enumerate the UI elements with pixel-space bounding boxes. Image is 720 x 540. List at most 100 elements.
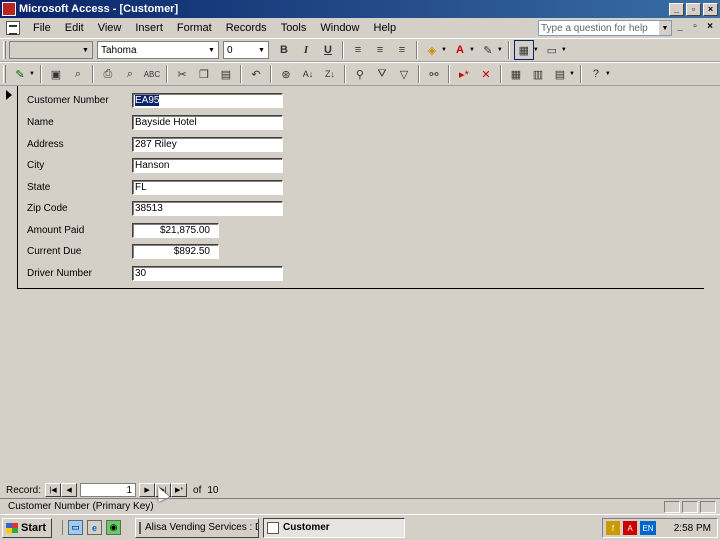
maximize-button[interactable]: ▫ [686, 2, 701, 16]
chevron-down-icon[interactable]: ▼ [469, 47, 475, 53]
media-player-icon[interactable]: ◉ [106, 520, 121, 535]
menu-format[interactable]: Format [170, 22, 219, 34]
apply-filter-icon[interactable]: ▽ [394, 64, 414, 84]
special-effect-icon[interactable]: ▭ [542, 40, 562, 60]
customer-number-field[interactable]: EA95 [132, 93, 283, 108]
flash-icon[interactable]: f [606, 521, 620, 535]
record-number-input[interactable]: 1 [80, 483, 137, 497]
record-selector[interactable] [2, 86, 18, 289]
chevron-down-icon[interactable]: ▼ [206, 43, 217, 57]
sort-descending-icon[interactable]: Z↓ [320, 64, 340, 84]
align-right-icon[interactable]: ≡ [392, 40, 412, 60]
find-icon[interactable]: ⚯ [424, 64, 444, 84]
clock[interactable]: 2:58 PM [674, 523, 711, 534]
separator [239, 65, 242, 83]
copy-icon[interactable]: ❐ [194, 64, 214, 84]
language-indicator[interactable]: EN [640, 521, 656, 535]
database-window-icon[interactable]: ▥ [528, 64, 548, 84]
toolbar-grip[interactable] [3, 65, 6, 83]
filter-by-form-icon[interactable]: ⛛ [372, 64, 392, 84]
align-center-icon[interactable]: ≡ [370, 40, 390, 60]
search-file-icon[interactable]: ⌕ [68, 64, 88, 84]
chevron-down-icon[interactable]: ▼ [533, 47, 539, 53]
close-button[interactable]: × [703, 2, 718, 16]
paste-icon[interactable]: ▤ [216, 64, 236, 84]
font-color-icon[interactable]: A [450, 40, 470, 60]
hyperlink-icon[interactable]: ⊛ [276, 64, 296, 84]
internet-explorer-icon[interactable]: e [87, 520, 102, 535]
menu-view[interactable]: View [91, 22, 129, 34]
new-record-nav-button[interactable]: ▶* [171, 483, 188, 497]
address-field[interactable]: 287 Riley [132, 137, 283, 152]
doc-minimize-button[interactable]: _ [674, 21, 686, 32]
amount-paid-field[interactable]: $21,875.00 [132, 223, 219, 238]
chevron-down-icon[interactable]: ▼ [569, 71, 575, 77]
properties-icon[interactable]: ▦ [506, 64, 526, 84]
chevron-down-icon[interactable]: ▼ [605, 71, 611, 77]
underline-button[interactable]: U [318, 40, 338, 60]
filter-by-selection-icon[interactable]: ⚲ [350, 64, 370, 84]
font-size-combo[interactable]: 0 ▼ [223, 41, 269, 59]
menu-window[interactable]: Window [313, 22, 366, 34]
previous-record-button[interactable]: ◀ [61, 483, 78, 497]
menu-records[interactable]: Records [219, 22, 274, 34]
access-app-icon[interactable] [2, 2, 16, 16]
undo-icon[interactable]: ↶ [246, 64, 266, 84]
align-left-icon[interactable]: ≡ [348, 40, 368, 60]
cut-icon[interactable]: ✂ [172, 64, 192, 84]
current-due-field[interactable]: $892.50 [132, 244, 219, 259]
doc-restore-button[interactable]: ▫ [689, 21, 701, 32]
new-record-icon[interactable]: ▸* [454, 64, 474, 84]
italic-button[interactable]: I [296, 40, 316, 60]
menu-insert[interactable]: Insert [128, 22, 170, 34]
font-name-value: Tahoma [101, 44, 137, 56]
bold-button[interactable]: B [274, 40, 294, 60]
driver-number-field[interactable]: 30 [132, 266, 283, 281]
chevron-down-icon[interactable]: ▼ [497, 47, 503, 53]
help-icon[interactable]: ? [586, 64, 606, 84]
line-width-icon[interactable]: ▦ [513, 40, 534, 60]
chevron-down-icon[interactable]: ▼ [256, 43, 267, 57]
chevron-down-icon[interactable]: ▼ [80, 43, 91, 57]
name-field[interactable]: Bayside Hotel [132, 115, 283, 130]
taskbar-database-window[interactable]: Alisa Vending Services : D... [135, 517, 259, 538]
chevron-down-icon[interactable]: ▼ [441, 47, 447, 53]
print-preview-icon[interactable]: ⌕ [120, 64, 140, 84]
windows-flag-icon [6, 522, 18, 533]
font-name-combo[interactable]: Tahoma ▼ [97, 41, 219, 59]
minimize-button[interactable]: _ [669, 2, 684, 16]
separator [342, 41, 344, 59]
zip-code-field[interactable]: 38513 [132, 201, 283, 216]
start-button[interactable]: Start [2, 517, 52, 538]
menu-edit[interactable]: Edit [58, 22, 91, 34]
doc-close-button[interactable]: × [704, 21, 716, 32]
window-title: Microsoft Access - [Customer] [19, 3, 179, 15]
line-color-icon[interactable]: ✎ [478, 40, 498, 60]
delete-record-icon[interactable]: ✕ [476, 64, 496, 84]
show-desktop-icon[interactable]: ▭ [68, 520, 83, 535]
new-object-icon[interactable]: ▤ [550, 64, 570, 84]
ati-icon[interactable]: A [623, 521, 637, 535]
chevron-down-icon[interactable]: ▼ [561, 47, 567, 53]
object-combo[interactable]: ▼ [9, 41, 93, 59]
ask-question-box[interactable]: Type a question for help ▼ [538, 20, 672, 36]
menu-tools[interactable]: Tools [274, 22, 314, 34]
view-icon[interactable]: ✎ [10, 64, 30, 84]
taskbar-customer-form[interactable]: Customer [263, 517, 405, 538]
chevron-down-icon[interactable]: ▼ [659, 21, 671, 35]
city-field[interactable]: Hanson [132, 158, 283, 173]
form-document-icon[interactable] [6, 21, 20, 35]
print-icon[interactable]: ⎙ [98, 64, 118, 84]
chevron-down-icon[interactable]: ▼ [29, 71, 35, 77]
menu-help[interactable]: Help [367, 22, 404, 34]
first-record-button[interactable]: |◀ [45, 483, 62, 497]
toolbar-grip[interactable] [3, 41, 6, 59]
status-cell [664, 501, 680, 513]
separator [416, 41, 418, 59]
sort-ascending-icon[interactable]: A↓ [298, 64, 318, 84]
state-field[interactable]: FL [132, 180, 283, 195]
spelling-icon[interactable]: ABC [142, 64, 162, 84]
menu-file[interactable]: File [26, 22, 58, 34]
fill-color-icon[interactable]: ◈ [422, 40, 442, 60]
save-icon[interactable]: ▣ [46, 64, 66, 84]
